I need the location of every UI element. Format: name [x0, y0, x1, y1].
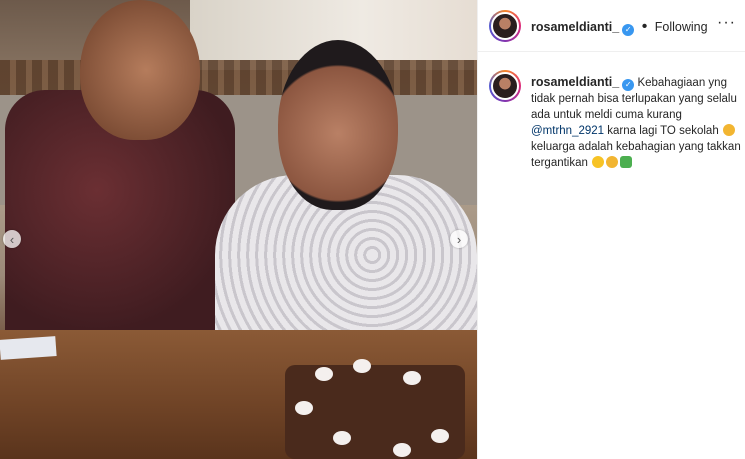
chevron-left-icon: ‹: [9, 231, 15, 247]
verified-badge-icon: ✓: [622, 79, 635, 91]
header-separator: •: [641, 18, 648, 35]
smile-emoji-icon: [722, 124, 735, 136]
chevron-right-icon: ›: [456, 231, 462, 247]
carousel-next-button[interactable]: ›: [450, 230, 468, 248]
caption-line-3: keluarga adalah kebahagian yang takkan t…: [531, 141, 741, 169]
smile-emoji-icon: [606, 156, 619, 168]
caption-text: rosameldianti_ ✓ Kebahagiaan yng tidak pe…: [531, 74, 741, 171]
following-button[interactable]: Following: [655, 20, 708, 34]
post-photo[interactable]: ‹ ›: [0, 0, 477, 459]
photo-napkin: [0, 336, 57, 360]
header-username-link[interactable]: rosameldianti_: [531, 20, 619, 34]
heart-eyes-emoji-icon: [592, 156, 605, 168]
caption-line-2: karna lagi TO sekolah: [607, 125, 719, 137]
caption-avatar[interactable]: [489, 70, 521, 102]
header-user-line: rosameldianti_ ✓ • Following: [531, 18, 708, 36]
avatar[interactable]: [489, 10, 521, 42]
caption-mention-link[interactable]: @mtrhn_2921: [531, 125, 604, 137]
verified-badge-icon: ✓: [622, 24, 635, 36]
photo-cake: [285, 359, 465, 459]
more-options-icon[interactable]: ···: [717, 14, 736, 32]
carousel-prev-button[interactable]: ‹: [3, 230, 21, 248]
caption-username-link[interactable]: rosameldianti_: [531, 75, 619, 89]
post-header: rosameldianti_ ✓ • Following ···: [478, 0, 745, 52]
photo-woman-head: [278, 40, 398, 210]
photo-man-head: [80, 0, 200, 140]
post-side-panel: rosameldianti_ ✓ • Following ··· rosameld…: [477, 0, 745, 459]
snake-emoji-icon: [620, 156, 633, 168]
